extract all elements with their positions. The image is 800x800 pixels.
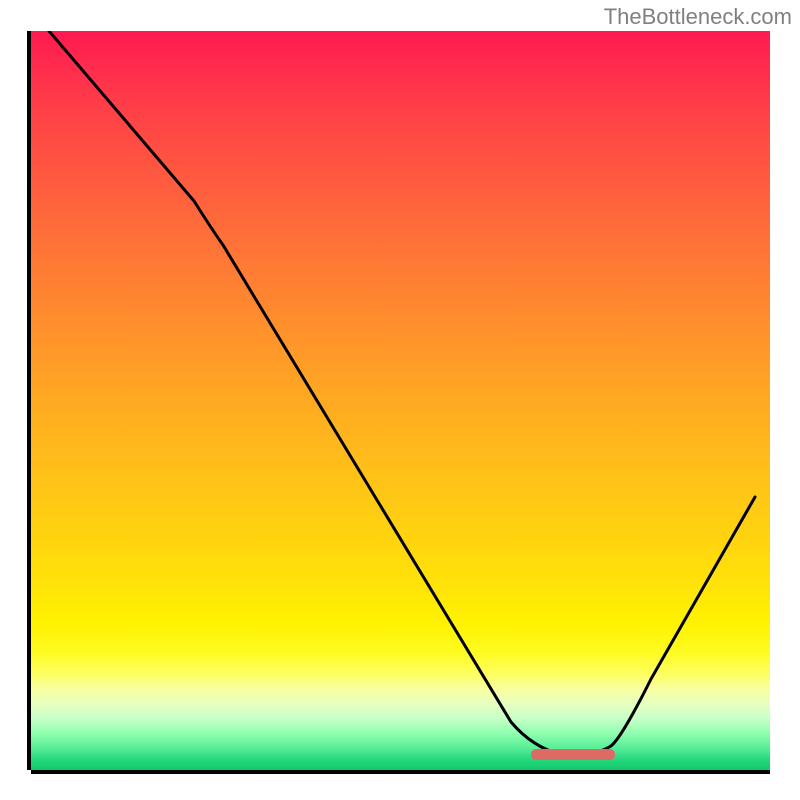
plot-area (31, 31, 770, 770)
optimal-marker (531, 749, 615, 760)
y-axis (27, 31, 31, 770)
bottleneck-curve (31, 31, 770, 770)
x-axis (31, 770, 770, 774)
attribution-label: TheBottleneck.com (604, 4, 792, 30)
chart-container: TheBottleneck.com (0, 0, 800, 800)
